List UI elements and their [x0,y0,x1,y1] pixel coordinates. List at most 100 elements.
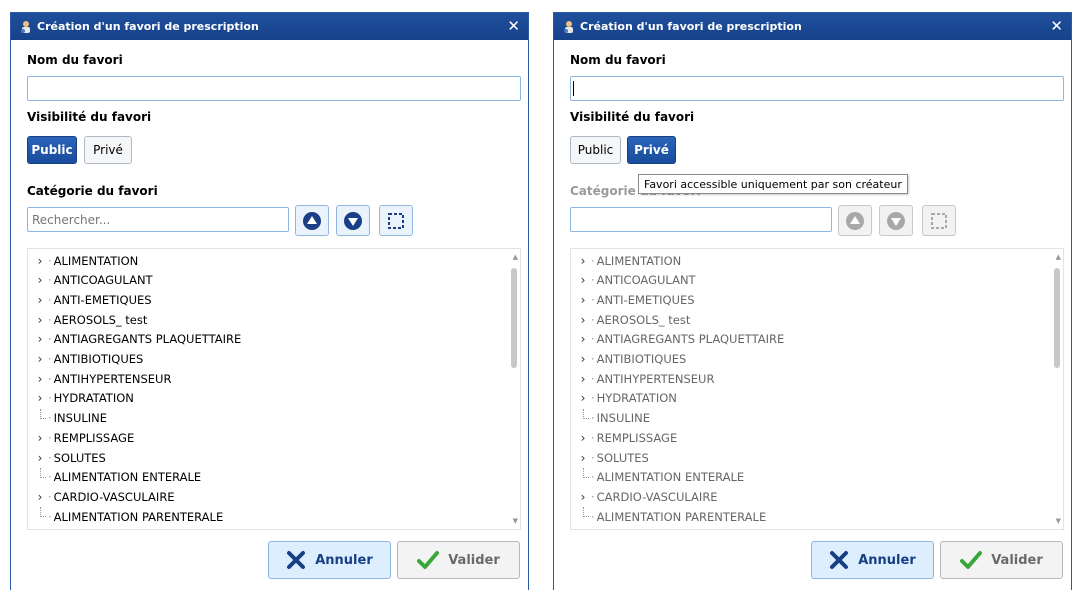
tree-item[interactable]: › · ANTI-EMETIQUES [571,290,1041,309]
chevron-right-icon[interactable]: › [577,490,589,504]
dashed-square-icon [931,212,947,229]
move-up-button[interactable] [838,205,872,236]
cancel-button[interactable]: Annuler [811,541,934,579]
tree-item[interactable]: › · ANTI-EMETIQUES [28,290,498,309]
scroll-down-icon[interactable]: ▼ [513,517,518,525]
scrollbar[interactable]: ▲ ▼ [1051,249,1063,529]
tree-item[interactable]: › · ALIMENTATION [571,251,1041,270]
tree-item[interactable]: › · ANTIBIOTIQUES [28,350,498,369]
close-button[interactable]: ✕ [1050,16,1063,36]
tree-item[interactable]: · ALIMENTATION ENTERALE [28,467,498,487]
select-area-button[interactable] [379,205,413,236]
tree-item[interactable]: › · REMPLISSAGE [571,428,1041,447]
chevron-right-icon[interactable]: › [34,451,46,465]
tree-item-label: ANTICOAGULANT [53,273,153,288]
chevron-right-icon[interactable]: › [34,313,46,327]
tree-dot: · [591,411,595,426]
tree-item[interactable]: › · ALIMENTATION [28,251,498,270]
chevron-right-icon[interactable]: › [34,332,46,346]
chevron-right-icon[interactable]: › [577,332,589,346]
chevron-right-icon[interactable]: › [34,293,46,307]
scroll-down-icon[interactable]: ▼ [1056,517,1061,525]
search-input[interactable] [27,207,289,232]
tree-item[interactable]: · INSULINE [571,408,1041,428]
tree-item[interactable]: › · ANTIAGREGANTS PLAQUETTAIRE [571,330,1041,349]
chevron-right-icon[interactable]: › [577,529,589,530]
tree-item[interactable]: › · REMPLISSAGE [28,428,498,447]
chevron-right-icon[interactable]: › [577,293,589,307]
cancel-button[interactable]: Annuler [268,541,391,579]
tree-item[interactable]: › · ANTIHYPERTENSEUR [28,369,498,388]
tree-item[interactable]: · INSULINE [28,408,498,428]
chevron-right-icon[interactable]: › [577,372,589,386]
private-button[interactable]: Privé [627,136,676,164]
move-up-button[interactable] [295,205,329,236]
private-button[interactable]: Privé [84,136,132,164]
scroll-thumb[interactable] [511,268,517,368]
tree-item[interactable]: › · SOLUTES [28,448,498,467]
chevron-right-icon[interactable]: › [34,391,46,405]
tree-item[interactable]: › · ANTICOAGULANT [28,271,498,290]
tree-item[interactable]: › · ANTICOAGULANT [571,271,1041,290]
chevron-right-icon[interactable]: › [34,273,46,287]
select-area-button[interactable] [922,205,956,236]
name-input[interactable] [570,76,1064,101]
tree-item[interactable]: › · CARDIO-VASCULAIRE [571,487,1041,506]
tree-item[interactable]: › · ANTIHYPERTENSEUR [571,369,1041,388]
tree-item-label: ANTI-EMETIQUES [596,292,695,307]
tree-item[interactable]: › · HYDRATATION [571,389,1041,408]
chevron-right-icon[interactable]: › [577,431,589,445]
move-down-button[interactable] [879,205,913,236]
chevron-right-icon[interactable]: › [34,352,46,366]
close-button[interactable]: ✕ [507,16,520,36]
tree-dot: · [591,489,595,504]
name-input[interactable] [27,76,521,101]
category-tree[interactable]: › · ALIMENTATION › · ANTICOAGULANT › · ANTI-EMET… [27,248,521,530]
tree-leaf-connector [577,408,589,419]
tree-item[interactable]: › · ANTIAGREGANTS PLAQUETTAIRE [28,330,498,349]
chevron-right-icon[interactable]: › [577,254,589,268]
scroll-thumb[interactable] [1054,268,1060,368]
tree-item[interactable]: ›·ANALGESIQUES [28,527,498,530]
category-label: Catégorie du favori [27,184,158,198]
validate-button[interactable]: Valider [397,541,520,579]
name-label: Nom du favori [27,53,123,67]
tree-item[interactable]: · ALIMENTATION ENTERALE [571,467,1041,487]
tree-item-label: ALIMENTATION PARENTERALE [596,509,767,524]
tree-item[interactable]: › · AEROSOLS_ test [28,310,498,329]
scrollbar[interactable]: ▲ ▼ [508,249,520,529]
scroll-up-icon[interactable]: ▲ [1056,253,1061,261]
tree-dot: · [591,352,595,366]
public-button[interactable]: Public [27,136,77,164]
tree-item[interactable]: · ALIMENTATION PARENTERALE [28,507,498,526]
chevron-right-icon[interactable]: › [577,273,589,287]
validate-button[interactable]: Valider [940,541,1063,579]
category-tree[interactable]: › · ALIMENTATION › · ANTICOAGULANT › · ANTI-EMET… [570,248,1064,530]
tree-item-label: ANTI-EMETIQUES [53,292,152,307]
chevron-right-icon[interactable]: › [34,372,46,386]
tree-item[interactable]: › · AEROSOLS_ test [571,310,1041,329]
tree-item[interactable]: › · HYDRATATION [28,389,498,408]
chevron-right-icon[interactable]: › [577,451,589,465]
tree-item[interactable]: › · CARDIO-VASCULAIRE [28,487,498,506]
tree-item[interactable]: › · ANTIBIOTIQUES [571,350,1041,369]
tree-dot: · [48,253,52,268]
arrow-down-icon [887,211,905,230]
arrow-up-icon [846,211,864,230]
move-down-button[interactable] [336,205,370,236]
public-button[interactable]: Public [570,136,621,164]
chevron-right-icon[interactable]: › [577,391,589,405]
chevron-right-icon[interactable]: › [577,313,589,327]
tree-item[interactable]: ›·ANALGESIQUES [571,527,1041,530]
search-input[interactable] [570,207,832,232]
tree-item[interactable]: › · SOLUTES [571,448,1041,467]
chevron-right-icon[interactable]: › [34,254,46,268]
chevron-right-icon[interactable]: › [34,490,46,504]
text-caret [573,81,574,96]
chevron-right-icon[interactable]: › [34,431,46,445]
scroll-up-icon[interactable]: ▲ [513,253,518,261]
tree-dot: · [591,332,595,347]
chevron-right-icon[interactable]: › [34,529,46,530]
chevron-right-icon[interactable]: › [577,352,589,366]
tree-item[interactable]: · ALIMENTATION PARENTERALE [571,507,1041,526]
